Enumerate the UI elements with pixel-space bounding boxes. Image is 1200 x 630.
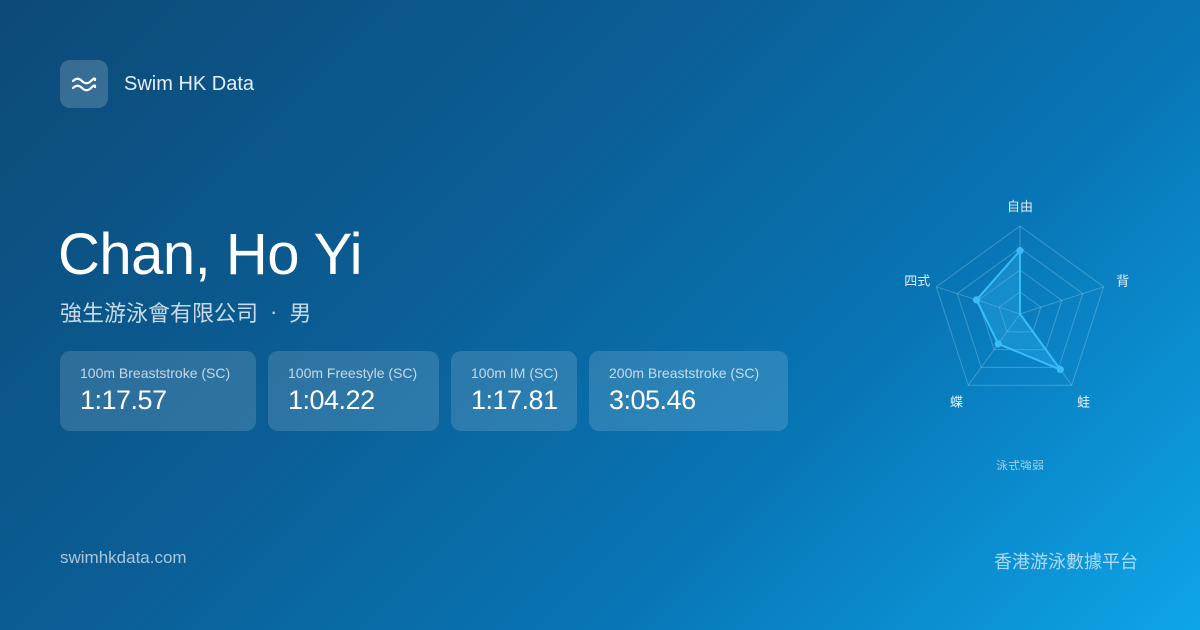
radar-axis-label: 自由 [1007,200,1033,215]
radar-axis-label: 背 [1116,275,1129,290]
footer-tagline: 香港游泳數據平台 [994,552,1138,572]
subtitle-separator: · [270,299,278,324]
best-time-card: 100m IM (SC) 1:17.81 [451,351,577,431]
event-name: 100m IM [471,365,526,381]
event-time: 1:04.22 [288,385,375,415]
radar-chart-title: 泳式強弱 [996,459,1044,470]
radar-data-point [994,340,1002,348]
radar-axis-label: 蛙 [1077,395,1090,410]
radar-axis-label: 蝶 [950,395,963,410]
event-name: 200m Breaststroke [609,365,727,381]
swimmer-name: Chan, Ho Yi [58,222,363,287]
event-name: 100m Breaststroke [80,365,198,381]
event-time: 1:17.57 [80,385,167,415]
best-times: 100m Breaststroke (SC) 1:17.57 100m Free… [60,351,800,431]
swimmer-subtitle: 強生游泳會有限公司 · 男 [60,296,311,328]
gender: 男 [289,301,312,326]
event-label: 100m Breaststroke (SC) [80,365,236,381]
stroke-radar-chart: 自由背蛙 蝶 四式泳式強弱 [904,200,1129,470]
event-time: 3:05.46 [609,385,696,415]
radar-data-point [972,296,981,304]
radar-axis-label: 四式 [904,275,930,290]
event-label: 100m Freestyle (SC) [288,365,419,381]
club-name: 強生游泳會有限公司 [60,301,259,326]
brand-name: Swim HK Data [124,72,255,95]
event-label: 200m Breaststroke (SC) [609,365,768,381]
waves-icon [60,60,108,108]
footer-url: swimhkdata.com [60,548,187,567]
course-type: (SC) [730,365,760,381]
best-time-card: 100m Breaststroke (SC) 1:17.57 [60,351,256,431]
radar-data-point [1016,247,1024,255]
brand: Swim HK Data [60,60,254,108]
event-time: 1:17.81 [471,385,558,415]
radar-data-point [1056,365,1064,374]
course-type: (SC) [388,365,418,381]
best-time-card: 100m Freestyle (SC) 1:04.22 [268,351,439,431]
best-time-card: 200m Breaststroke (SC) 3:05.46 [589,351,788,431]
event-name: 100m Freestyle [288,365,385,381]
radar-axis-line [1019,286,1104,315]
course-type: (SC) [529,365,559,381]
event-label: 100m IM (SC) [471,365,559,381]
course-type: (SC) [201,365,231,381]
